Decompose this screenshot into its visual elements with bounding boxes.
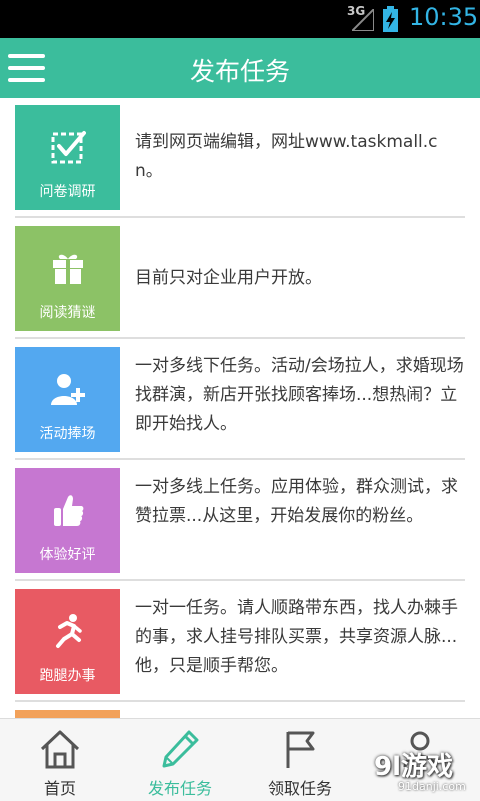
task-tile[interactable]: 问卷调研: [15, 105, 120, 210]
list-item-errand[interactable]: 跑腿办事 一对一任务。请人顺路带东西，找人办棘手的事，求人挂号排队买票，共享资源…: [0, 582, 480, 703]
page-title: 发布任务: [189, 57, 290, 86]
task-tile[interactable]: 体验好评: [15, 468, 120, 573]
divider: [15, 216, 465, 218]
pencil-icon: [162, 730, 199, 768]
task-type-list[interactable]: 问卷调研 请到网页端编辑，网址www.taskmall.cn。 阅读猜谜 目前只…: [0, 98, 480, 718]
watermark-url: 91danji.com: [398, 780, 466, 793]
task-description: 请到网页端编辑，网址www.taskmall.cn。: [135, 132, 438, 181]
site-watermark: 9l游戏 91danji.com: [338, 740, 480, 800]
tile-label: 阅读猜谜: [39, 305, 96, 321]
divider: [15, 579, 465, 581]
list-item-questionnaire[interactable]: 问卷调研 请到网页端编辑，网址www.taskmall.cn。: [0, 98, 480, 219]
watermark-logo: 9l游戏: [374, 752, 454, 782]
tab-home[interactable]: 首页: [0, 719, 120, 801]
tile-label: 体验好评: [39, 547, 96, 563]
tab-label: 首页: [43, 779, 76, 798]
task-tile[interactable]: 阅读猜谜: [15, 226, 120, 331]
tile-label: 问卷调研: [39, 184, 96, 200]
tile-label: 活动捧场: [39, 426, 96, 442]
divider: [15, 337, 465, 339]
list-item-partial[interactable]: [0, 703, 480, 718]
task-description: 一对多线上任务。应用体验，群众测试，求赞拉票...从这里，开始发展你的粉丝。: [135, 477, 458, 526]
signal-icon: [352, 9, 374, 31]
thumbs-up-icon: [54, 495, 84, 526]
list-item-reading[interactable]: 阅读猜谜 目前只对企业用户开放。: [0, 219, 480, 340]
task-tile[interactable]: 跑腿办事: [15, 589, 120, 694]
divider: [15, 700, 465, 702]
clock: 10:35: [409, 3, 479, 31]
app-bar: 发布任务: [0, 38, 480, 98]
status-bar: 3G 10:35: [0, 0, 480, 38]
task-tile[interactable]: [15, 710, 120, 718]
task-description: 目前只对企业用户开放。: [135, 268, 322, 288]
checkbox-icon: [51, 131, 86, 164]
runner-icon: [56, 614, 82, 648]
divider: [15, 458, 465, 460]
task-tile[interactable]: 活动捧场: [15, 347, 120, 452]
tile-label: 跑腿办事: [39, 668, 96, 684]
gift-icon: [53, 254, 83, 284]
battery-charging-icon: [383, 6, 398, 32]
task-description: 一对一任务。请人顺路带东西，找人办棘手的事，求人挂号排队买票，共享资源人脉...…: [135, 598, 458, 676]
tab-publish-task[interactable]: 发布任务: [120, 719, 240, 801]
list-item-event[interactable]: 活动捧场 一对多线下任务。活动/会场拉人，求婚现场找群演，新店开张找顾客捧场..…: [0, 340, 480, 461]
flag-icon: [286, 731, 315, 768]
tab-label: 发布任务: [147, 779, 212, 798]
add-person-icon: [51, 374, 85, 405]
list-item-review[interactable]: 体验好评 一对多线上任务。应用体验，群众测试，求赞拉票...从这里，开始发展你的…: [0, 461, 480, 582]
task-description: 一对多线下任务。活动/会场拉人，求婚现场找群演，新店开张找顾客捧场...想热闹？…: [135, 356, 464, 434]
home-icon: [40, 730, 80, 769]
